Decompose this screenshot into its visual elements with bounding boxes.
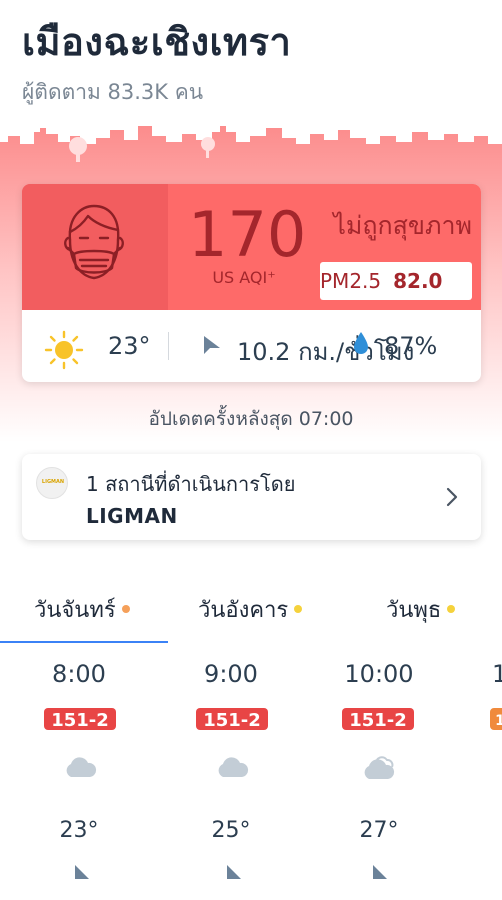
hour-aqi-badge: 151-2 — [342, 708, 414, 730]
station-card[interactable]: LIGMAN 1 สถานีที่ดำเนินการโดย LIGMAN — [22, 454, 481, 540]
hour-time: 8:00 — [52, 660, 106, 688]
wind-direction-icon — [373, 865, 387, 879]
tab-wednesday-dot — [447, 605, 456, 613]
wind-direction-icon — [204, 336, 220, 354]
tab-tuesday-dot — [294, 605, 303, 613]
hour-column[interactable]: 9:00 — [176, 660, 286, 688]
tab-wednesday[interactable]: วันพุธ — [386, 592, 456, 642]
active-tab-indicator — [0, 641, 168, 643]
station-logo-text: LIGMAN — [41, 479, 65, 485]
sun-icon — [44, 330, 84, 370]
cloud-icon — [66, 757, 97, 777]
hour-temperature: 23° — [59, 818, 99, 843]
aqi-status: ไม่ถูกสุขภาพ — [333, 211, 472, 240]
city-header: เมืองฉะเชิงเทรา ผู้ติดตาม 83.3K คน — [22, 18, 492, 109]
hour-temperature: 27° — [359, 818, 399, 843]
weather-row: 23° 10.2 กม./ชั่วโมง 87% — [22, 310, 481, 382]
tab-tuesday-label: วันอังคาร — [198, 598, 289, 623]
chevron-right-icon[interactable] — [445, 486, 459, 508]
forecast-day-tabs: วันจันทร์ วันอังคาร วันพุธ — [0, 592, 502, 643]
face-panel — [22, 184, 168, 310]
tab-monday-label: วันจันทร์ — [34, 598, 116, 623]
hour-column[interactable]: 1 — [470, 660, 502, 688]
hour-column[interactable]: 10:00 — [324, 660, 434, 688]
aqi-panel: 170 US AQI⁺ ไม่ถูกสุขภาพ PM2.5 82.0 — [22, 184, 481, 310]
wind-direction-icon — [227, 865, 241, 879]
hour-time: 1 — [492, 660, 502, 688]
tab-monday[interactable]: วันจันทร์ — [34, 592, 130, 642]
masked-face-icon — [64, 204, 124, 280]
hour-aqi-badge: 1 — [490, 708, 502, 730]
tab-tuesday[interactable]: วันอังคาร — [198, 592, 303, 642]
hour-aqi-badge: 151-2 — [44, 708, 116, 730]
aqi-unit: US AQI⁺ — [212, 268, 276, 287]
tab-monday-dot — [121, 605, 130, 613]
humidity-drop-icon — [354, 332, 368, 354]
hour-time: 10:00 — [344, 660, 414, 688]
pollutant-value: 82.0 — [393, 269, 443, 293]
station-logo: LIGMAN — [36, 467, 68, 499]
hour-temperature: 25° — [211, 818, 251, 843]
hour-column[interactable]: 8:00 — [24, 660, 134, 688]
cloud-icon — [364, 756, 395, 779]
last-updated: อัปเดตครั้งหลังสุด 07:00 — [148, 408, 354, 430]
station-count: 1 สถานีที่ดำเนินการโดย — [86, 472, 296, 496]
hour-aqi-badge: 151-2 — [196, 708, 268, 730]
city-title: เมืองฉะเชิงเทรา — [22, 20, 292, 64]
wind-direction-icon — [75, 865, 89, 879]
station-owner: LIGMAN — [86, 504, 178, 528]
cloud-icon — [218, 757, 249, 777]
aqi-card[interactable]: 170 US AQI⁺ ไม่ถูกสุขภาพ PM2.5 82.0 23° — [22, 184, 481, 382]
aqi-value: 170 — [188, 198, 307, 271]
current-temperature: 23° — [108, 332, 151, 360]
main-pollutant: PM2.5 82.0 — [320, 262, 472, 300]
hour-time: 9:00 — [204, 660, 258, 688]
pollutant-name: PM2.5 — [320, 269, 382, 293]
divider — [168, 332, 169, 360]
tab-wednesday-label: วันพุธ — [386, 598, 442, 623]
follower-count: ผู้ติดตาม 83.3K คน — [22, 80, 204, 104]
humidity: 87% — [384, 332, 438, 360]
